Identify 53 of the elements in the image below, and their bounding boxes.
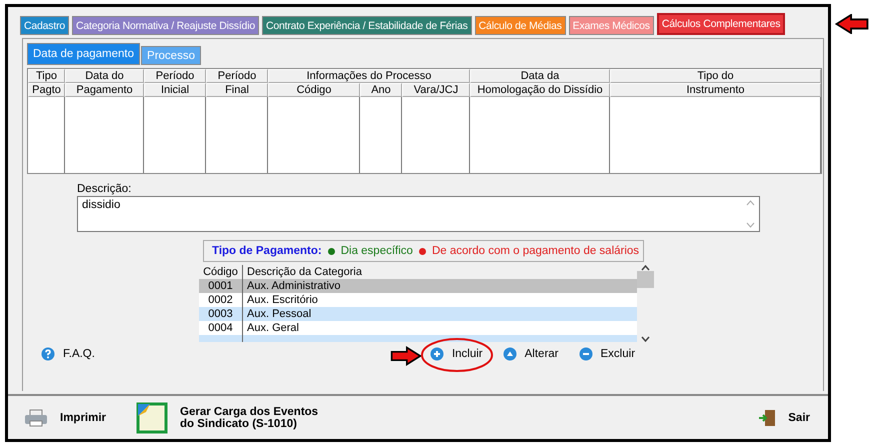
column-header: Homologação do Dissídio bbox=[470, 83, 610, 97]
list-row[interactable]: 0001 Aux. Administrativo bbox=[199, 279, 637, 293]
description-field[interactable]: dissidio bbox=[77, 196, 760, 232]
column-header: Inicial bbox=[144, 83, 206, 97]
column-header: Pagto bbox=[28, 83, 65, 97]
table-cell-text: Aux. Administrativo bbox=[246, 280, 341, 292]
scroll-up-icon[interactable] bbox=[641, 265, 650, 271]
up-icon bbox=[502, 347, 517, 361]
field-label: Tipo de Pagamento: bbox=[212, 245, 322, 257]
button-label: do Sindicato (S-1010) bbox=[180, 418, 298, 430]
column-header: Tipo bbox=[28, 69, 65, 83]
tab[interactable]: Categoria Normativa / Reajuste Dissídio bbox=[72, 16, 259, 35]
faq-link[interactable]: F.A.Q. bbox=[41, 347, 95, 361]
button-label: Gerar Carga dos Eventos bbox=[180, 406, 318, 418]
column-header: Pagamento bbox=[65, 83, 144, 97]
option-label: Dia específico bbox=[340, 245, 413, 257]
generate-button[interactable]: Gerar Carga dos Eventos do Sindicato (S-1010) bbox=[136, 402, 318, 434]
exit-button[interactable]: Sair bbox=[758, 408, 810, 426]
list-row[interactable]: 0003 Aux. Pessoal bbox=[199, 307, 637, 321]
column-header: Código bbox=[268, 83, 360, 97]
pointer-arrow bbox=[834, 14, 870, 34]
document-icon bbox=[136, 402, 168, 434]
column-header: Data do bbox=[65, 69, 144, 83]
minus-icon bbox=[578, 347, 593, 361]
scrollbar-arrows-icon bbox=[746, 199, 755, 229]
option-label: De acordo com o pagamento de salários bbox=[432, 245, 640, 257]
pointer-arrow bbox=[390, 345, 422, 367]
tab[interactable]: Cadastro bbox=[20, 16, 70, 35]
door-exit-icon bbox=[758, 408, 776, 426]
column-header: Instrumento bbox=[610, 83, 821, 97]
printer-icon bbox=[24, 408, 48, 426]
column-header: Período bbox=[144, 69, 206, 83]
field-label: Descrição: bbox=[77, 183, 132, 195]
print-button[interactable]: Imprimir bbox=[24, 408, 106, 426]
plus-icon bbox=[430, 347, 444, 361]
help-icon bbox=[41, 347, 55, 361]
column-header: Tipo do bbox=[610, 69, 821, 83]
tab[interactable]: Contrato Experiência / Estabilidade de Férias bbox=[262, 16, 472, 35]
table-cell-text: Aux. Pessoal bbox=[246, 308, 312, 320]
column-header: Data da bbox=[470, 69, 610, 83]
column-header: Ano bbox=[360, 83, 402, 97]
scroll-thumb[interactable] bbox=[637, 271, 654, 288]
column-header: Informações do Processo bbox=[268, 69, 470, 83]
column-header: Vara/JCJ bbox=[402, 83, 470, 97]
tab[interactable]: Data de pagamento bbox=[27, 43, 140, 65]
action-button[interactable]: Excluir bbox=[578, 347, 636, 361]
table-cell-text: Aux. Escritório bbox=[246, 294, 318, 306]
scroll-down-icon[interactable] bbox=[641, 336, 650, 342]
action-button[interactable]: Alterar bbox=[502, 347, 559, 361]
column-header: Período bbox=[206, 69, 268, 83]
table-cell-text: Aux. Geral bbox=[246, 322, 299, 334]
column-header: Final bbox=[206, 83, 268, 97]
tab[interactable]: Cálculos Complementares bbox=[656, 13, 786, 35]
